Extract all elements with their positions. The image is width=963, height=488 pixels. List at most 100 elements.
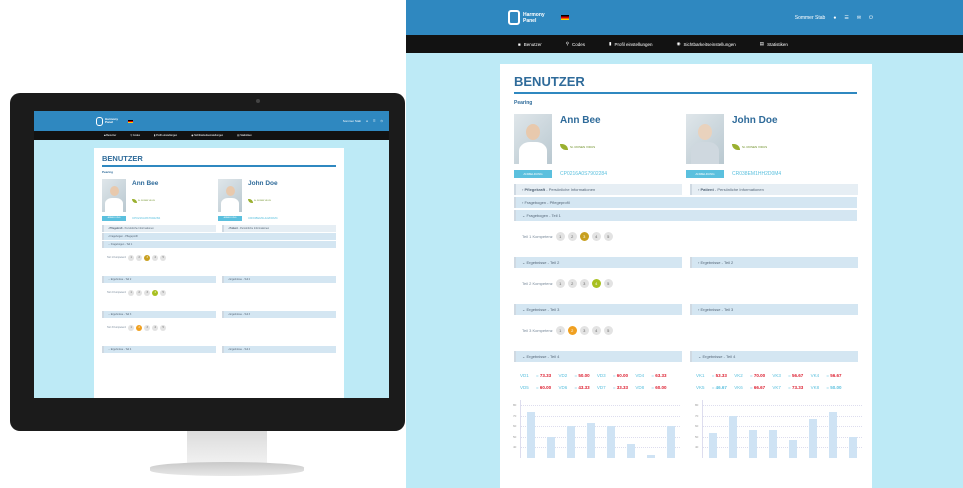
accordion-ergebnisse-teil4-right[interactable]: ⌄ Ergebnisse - Teil 4: [690, 351, 858, 362]
rating-pill[interactable]: 5: [160, 324, 167, 331]
rating-pill[interactable]: 3: [144, 289, 151, 296]
rating-pill[interactable]: 4: [591, 325, 601, 335]
mail-icon[interactable]: ✉: [857, 15, 861, 21]
rating-pill[interactable]: 4: [152, 324, 159, 331]
accordion-patient[interactable]: › Patient - Persönliche Informationen: [690, 184, 858, 195]
rating-pill[interactable]: 5: [160, 289, 167, 296]
user-name[interactable]: Sommer Stab: [795, 15, 826, 21]
rating-pill[interactable]: 5: [160, 254, 167, 261]
y-tick-label: 50: [513, 434, 517, 439]
chart-bar: [749, 429, 757, 458]
language-flag-icon[interactable]: [560, 15, 569, 20]
accordion-ergebnisse-teil3-right[interactable]: › Ergebnisse - Teil 3: [690, 304, 858, 315]
login-button[interactable]: ANMELDUNG: [514, 170, 552, 178]
grid-line: [703, 447, 862, 449]
rating-pill-selected[interactable]: 2: [136, 324, 143, 331]
accordion-ergebnisse-teil3[interactable]: ⌄ Ergebnisse - Teil 3: [102, 311, 216, 318]
rating-pill[interactable]: 2: [136, 289, 143, 296]
accordion-ergebnisse-teil3[interactable]: ⌄ Ergebnisse - Teil 3: [514, 304, 682, 315]
rating-pill[interactable]: 2: [567, 278, 577, 288]
avatar: [102, 179, 126, 212]
nav-codes[interactable]: ⚲ Codes: [566, 41, 585, 47]
accordion-ergebnisse-teil4[interactable]: ⌄ Ergebnisse - Teil 4: [102, 346, 216, 353]
rating-pill[interactable]: 3: [579, 278, 589, 288]
nav-statistiken[interactable]: ▤ Statistiken: [760, 41, 788, 47]
rating-pill-selected[interactable]: 3: [144, 254, 151, 261]
kompetenz-row: Teil 1 Kompetenz 1 2 3 4 5: [522, 229, 862, 243]
accordion-fragebogen-teil1[interactable]: ⌄ Fragebogen - Teil 1: [514, 210, 857, 221]
y-tick-label: 70: [513, 413, 517, 418]
menu-icon[interactable]: ☰: [373, 119, 376, 123]
nav-sichtbarkeit[interactable]: ◉ Sichtbarkeitseinstellungen: [191, 134, 223, 137]
rating-pill[interactable]: 1: [555, 278, 565, 288]
grid-line: [703, 426, 862, 428]
person-name: Ann Bee: [560, 115, 601, 126]
user-name[interactable]: Sommer Stab: [343, 119, 361, 123]
vk-values-left: VD1 = 73.33 VD2 = 50.00 VD3 = 60.00 VD4 …: [520, 373, 667, 390]
person-code: CR038EM1HH2D0M4: [732, 171, 782, 177]
login-button[interactable]: ANMELDUNG: [102, 216, 126, 221]
rating-pill-selected[interactable]: 3: [579, 231, 589, 241]
rating-pill[interactable]: 5: [603, 231, 613, 241]
nav-benutzer[interactable]: ■ Benutzer: [104, 134, 116, 137]
accordion-ergebnisse-teil2-right[interactable]: › Ergebnisse - Teil 2: [222, 276, 336, 283]
nav-codes[interactable]: ⚲ Codes: [130, 134, 140, 137]
rating-pill[interactable]: 5: [603, 278, 613, 288]
nav-profil[interactable]: ▮ Profil einstellungen: [609, 41, 653, 47]
accordion-ergebnisse-teil2[interactable]: ⌄ Ergebnisse - Teil 2: [102, 276, 216, 283]
leaf-icon: [732, 144, 740, 150]
person-name: John Doe: [248, 180, 278, 187]
menu-icon[interactable]: ☰: [844, 15, 848, 21]
accordion-fragebogen-teil1[interactable]: ⌄ Fragebogen - Teil 1: [102, 241, 336, 248]
rating-pill-selected[interactable]: 4: [591, 278, 601, 288]
rating-pill[interactable]: 1: [128, 324, 135, 331]
login-button[interactable]: ANMELDUNG: [686, 170, 724, 178]
accordion-fragebogen-pflege[interactable]: › Fragebogen - Pflegeprofil: [514, 197, 857, 208]
rating-pill[interactable]: 1: [128, 254, 135, 261]
language-flag-icon[interactable]: [128, 119, 134, 123]
rating-pill-selected[interactable]: 4: [152, 289, 159, 296]
monitor-stand: [187, 431, 267, 465]
login-button[interactable]: ANMELDUNG: [218, 216, 242, 221]
kompetenz-row: Teil 2 Kompetenz 1 2 3 4 5: [107, 288, 339, 297]
monitor-base: [150, 462, 304, 476]
rating-pill[interactable]: 2: [567, 231, 577, 241]
person-card-patient: John Doe St. ROSEN VIDUS ANMELDUNG CR038…: [686, 114, 858, 184]
accordion-ergebnisse-teil4[interactable]: ⌄ Ergebnisse - Teil 4: [514, 351, 682, 362]
rating-pill[interactable]: 2: [136, 254, 143, 261]
page-title: BENUTZER: [102, 154, 336, 167]
logo[interactable]: Harmony Panel: [96, 116, 118, 126]
power-icon[interactable]: ⏻: [869, 15, 873, 21]
accordion-ergebnisse-teil2[interactable]: ⌄ Ergebnisse - Teil 2: [514, 257, 682, 268]
rating-pill[interactable]: 1: [555, 325, 565, 335]
rating-pill-selected[interactable]: 2: [567, 325, 577, 335]
accordion-pflegekraft[interactable]: › Pflegekraft - Persönliche Informatione…: [102, 225, 216, 232]
rating-pill[interactable]: 4: [591, 231, 601, 241]
accordion-pflegekraft[interactable]: › Pflegekraft - Persönliche Informatione…: [514, 184, 682, 195]
rating-pill[interactable]: 4: [152, 254, 159, 261]
accordion-ergebnisse-teil3-right[interactable]: › Ergebnisse - Teil 3: [222, 311, 336, 318]
accordion-fragebogen-pflege[interactable]: › Fragebogen - Pflegeprofil: [102, 233, 336, 240]
browser-screen: Harmony Panel Sommer Stab ● ☰ ✉ ⏻ ■ Benutz…: [406, 0, 963, 488]
user-icon[interactable]: ●: [833, 15, 836, 21]
rating-pill[interactable]: 3: [579, 325, 589, 335]
rating-pill[interactable]: 1: [128, 289, 135, 296]
nav-statistiken[interactable]: ▤ Statistiken: [237, 134, 252, 137]
grid-line: [521, 447, 680, 449]
power-icon[interactable]: ⏻: [381, 119, 383, 123]
y-tick-label: 70: [695, 413, 699, 418]
user-icon[interactable]: ●: [366, 119, 368, 123]
rating-pill[interactable]: 5: [603, 325, 613, 335]
accordion-ergebnisse-teil4-right[interactable]: › Ergebnisse - Teil 4: [222, 346, 336, 353]
person-card-nurse: Ann Bee St. ROSEN VIDUS ANMELDUNG CP0216…: [514, 114, 686, 184]
rating-pill[interactable]: 1: [555, 231, 565, 241]
grid-line: [521, 405, 680, 407]
logo[interactable]: Harmony Panel: [508, 10, 545, 25]
accordion-patient[interactable]: › Patient - Persönliche Informationen: [222, 225, 336, 232]
nav-sichtbarkeit[interactable]: ◉ Sichtbarkeitseinstellungen: [677, 41, 736, 47]
rating-pill[interactable]: 3: [144, 324, 151, 331]
nav-benutzer[interactable]: ■ Benutzer: [518, 42, 542, 47]
nav-profil[interactable]: ▮ Profil einstellungen: [154, 134, 177, 137]
chart-bar: [527, 412, 535, 458]
accordion-ergebnisse-teil2-right[interactable]: › Ergebnisse - Teil 2: [690, 257, 858, 268]
